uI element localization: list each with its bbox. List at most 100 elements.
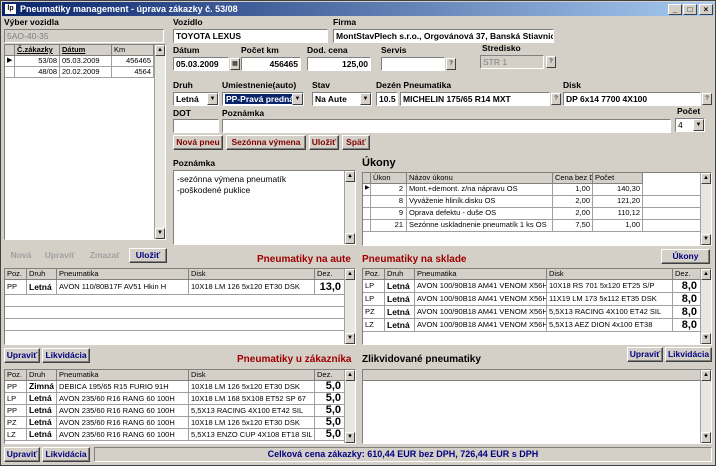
dod-cena-field[interactable]: 125,00 (307, 57, 371, 71)
dot-label: DOT (173, 108, 191, 118)
orders-scrollbar[interactable]: ▲ ▼ (154, 45, 165, 239)
servis-label: Servis (381, 45, 407, 55)
u-zakaznika-grid[interactable]: Poz. Druh Pneumatika Disk Dez. PP Zimná … (4, 369, 356, 444)
u-zakaznika-title: Pneumatiky u zákazníka (237, 354, 352, 365)
zlikvidovane-grid[interactable]: ▲ ▼ (362, 369, 712, 444)
table-row[interactable]: PP Zimná DEBICA 195/65 R15 FURIO 91H 10X… (5, 381, 345, 393)
table-row[interactable]: PZ Letná AVON 235/60 R16 RANG 60 100H 10… (5, 417, 345, 429)
stav-label: Stav (312, 80, 330, 90)
zlikvidovane-title: Zlikvidované pneumatiky (362, 354, 481, 365)
datum-field[interactable]: 05.03.2009 (173, 57, 229, 71)
zmazat-button[interactable]: Zmazať (84, 248, 126, 263)
table-row[interactable]: LZ Letná AVON 100/90B18 AM41 VENOM X56H … (363, 319, 701, 332)
umiestnenie-select[interactable]: PP-Pravá predná ▼ (222, 92, 304, 106)
window-title: Pneumatiky management - úprava zákazky č… (20, 4, 238, 14)
pocet-label: Počet (677, 106, 701, 116)
na-aute-likvidacia-button[interactable]: Likvidácia (42, 348, 90, 363)
minimize-button[interactable]: _ (668, 4, 682, 15)
stredisko-label: Stredisko (482, 43, 521, 53)
pocet-select[interactable]: 4 ▼ (675, 118, 705, 132)
druh-label: Druh (173, 80, 193, 90)
dot-field[interactable] (173, 119, 219, 133)
maximize-button[interactable]: □ (683, 4, 697, 15)
table-row[interactable]: PP Letná AVON 110/80B17F AV51 Hkin H 10X… (5, 280, 345, 295)
table-row[interactable]: PP Letná AVON 235/60 R16 RANG 60 100H 5,… (5, 405, 345, 417)
dod-cena-label: Dod. cena (307, 45, 348, 55)
vozidlo-label: Vozidlo (173, 17, 203, 27)
table-row[interactable]: 48/08 20.02.2009 4564 (5, 67, 155, 78)
na-sklade-title: Pneumatiky na sklade (362, 254, 467, 265)
na-aute-grid[interactable]: Poz. Druh Pneumatika Disk Dez. PP Letná … (4, 268, 356, 345)
ukony-scrollbar[interactable]: ▲ ▼ (700, 173, 711, 245)
ukony-grid[interactable]: Úkon Názov úkonu Cena bez DPH Počet ▶ 2 … (362, 172, 712, 246)
calendar-icon[interactable]: ▦ (230, 58, 240, 70)
u-zakaznika-upravit-button[interactable]: Upraviť (4, 447, 40, 462)
ukony-button[interactable]: Úkony (661, 249, 710, 264)
sezonna-vymena-button[interactable]: Sezónna výmena (226, 135, 306, 150)
table-row[interactable]: LP Letná AVON 235/60 R16 RANG 60 100H 10… (5, 393, 345, 405)
close-button[interactable]: × (699, 4, 713, 15)
plate-field[interactable]: 5AO-40-35 (4, 29, 164, 43)
table-row[interactable]: ▶ 53/08 05.03.2009 456465 (5, 56, 155, 67)
servis-lookup-icon[interactable]: ? (446, 58, 456, 70)
ukony-title: Úkony (362, 157, 396, 169)
na-sklade-scrollbar[interactable]: ▲ ▼ (700, 269, 711, 344)
nova-pneu-button[interactable]: Nová pneu (173, 135, 223, 150)
na-aute-scrollbar[interactable]: ▲ ▼ (344, 269, 355, 344)
servis-field[interactable] (381, 57, 445, 71)
table-row[interactable]: LP Letná AVON 100/90B18 AM41 VENOM X56H … (363, 280, 701, 293)
stav-select[interactable]: Na Aute ▼ (312, 92, 372, 106)
firma-label: Firma (333, 17, 357, 27)
pneumatika-field[interactable]: MICHELIN 175/65 R14 MXT (400, 92, 550, 106)
table-row[interactable]: PZ Letná AVON 100/90B18 AM41 VENOM X56H … (363, 306, 701, 319)
u-zakaznika-scrollbar[interactable]: ▲ ▼ (344, 370, 355, 443)
vozidlo-field[interactable]: TOYOTA LEXUS (173, 29, 328, 43)
datum-label: Dátum (173, 45, 200, 55)
druh-select[interactable]: Letná ▼ (173, 92, 219, 106)
stredisko-field[interactable]: STR 1 (480, 55, 544, 69)
upravit-button[interactable]: Upraviť (40, 248, 80, 263)
nova-button[interactable]: Nová (6, 248, 36, 263)
disk-label: Disk (563, 80, 581, 90)
disk-lookup-icon[interactable]: ? (702, 93, 712, 105)
col-km[interactable]: Km (112, 45, 154, 56)
table-row[interactable]: ▶ 2 Mont.+demont. z/na nápravu OS 1,00 1… (363, 184, 701, 196)
zlikvidovane-scrollbar[interactable]: ▲ ▼ (700, 370, 711, 443)
dezen-field[interactable]: 10.5 (376, 92, 398, 106)
title-bar: lp Pneumatiky management - úprava zákazk… (2, 2, 714, 16)
pocet-km-field[interactable]: 456465 (241, 57, 301, 71)
chevron-down-icon: ▼ (693, 119, 704, 131)
pocet-km-label: Počet km (241, 45, 279, 55)
col-datum[interactable]: Dátum (60, 45, 112, 56)
umiestnenie-label: Umiestnenie(auto) (222, 80, 297, 90)
firma-field[interactable]: MontStavPlech s.r.o., Orgovánová 37, Ban… (333, 29, 554, 43)
total-price-status: Celková cena zákazky: 610,44 EUR bez DPH… (94, 447, 712, 462)
chevron-down-icon: ▼ (292, 93, 303, 105)
table-row[interactable]: 8 Vyváženie hliník.disku OS 2,00 121,20 (363, 196, 701, 208)
note-scrollbar[interactable]: ▲ ▼ (344, 171, 355, 244)
row-pointer-icon: ▶ (5, 56, 15, 66)
disk-field[interactable]: DP 6x14 7700 4X100 (563, 92, 701, 106)
na-sklade-grid[interactable]: Poz. Druh Pneumatika Disk Dez. LP Letná … (362, 268, 712, 345)
ulozit-order-button[interactable]: Uložiť (129, 248, 167, 263)
spat-button[interactable]: Späť (342, 135, 370, 150)
note-textarea[interactable]: -sezónna výmena pneumatík -poškodené puk… (173, 170, 356, 245)
poznamka-tire-field[interactable] (222, 119, 671, 133)
chevron-down-icon: ▼ (207, 93, 218, 105)
row-pointer-icon: ▶ (363, 184, 371, 195)
ulozit-tire-button[interactable]: Uložiť (309, 135, 339, 150)
note-label: Poznámka (173, 158, 216, 168)
pneumatika-lookup-icon[interactable]: ? (551, 93, 561, 105)
app-icon: lp (5, 4, 16, 14)
col-cislo[interactable]: Č.zákazky (15, 45, 60, 56)
stredisko-lookup-icon[interactable]: ? (546, 56, 556, 68)
orders-grid[interactable]: Č.zákazky Dátum Km ▶ 53/08 05.03.2009 45… (4, 44, 166, 240)
table-row[interactable]: 21 Sezónne uskladnenie pneumatík 1 ks OS… (363, 220, 701, 232)
na-aute-upravit-button[interactable]: Upraviť (4, 348, 40, 363)
table-row[interactable]: LZ Letná AVON 235/60 R16 RANG 60 100H 5,… (5, 429, 345, 441)
table-row[interactable]: LP Letná AVON 100/90B18 AM41 VENOM X56H … (363, 293, 701, 306)
na-sklade-likvidacia-button[interactable]: Likvidácia (665, 347, 712, 362)
u-zakaznika-likvidacia-button[interactable]: Likvidácia (42, 447, 90, 462)
na-sklade-upravit-button[interactable]: Upraviť (627, 347, 663, 362)
table-row[interactable]: 9 Oprava defektu - duše OS 2,00 110,12 (363, 208, 701, 220)
